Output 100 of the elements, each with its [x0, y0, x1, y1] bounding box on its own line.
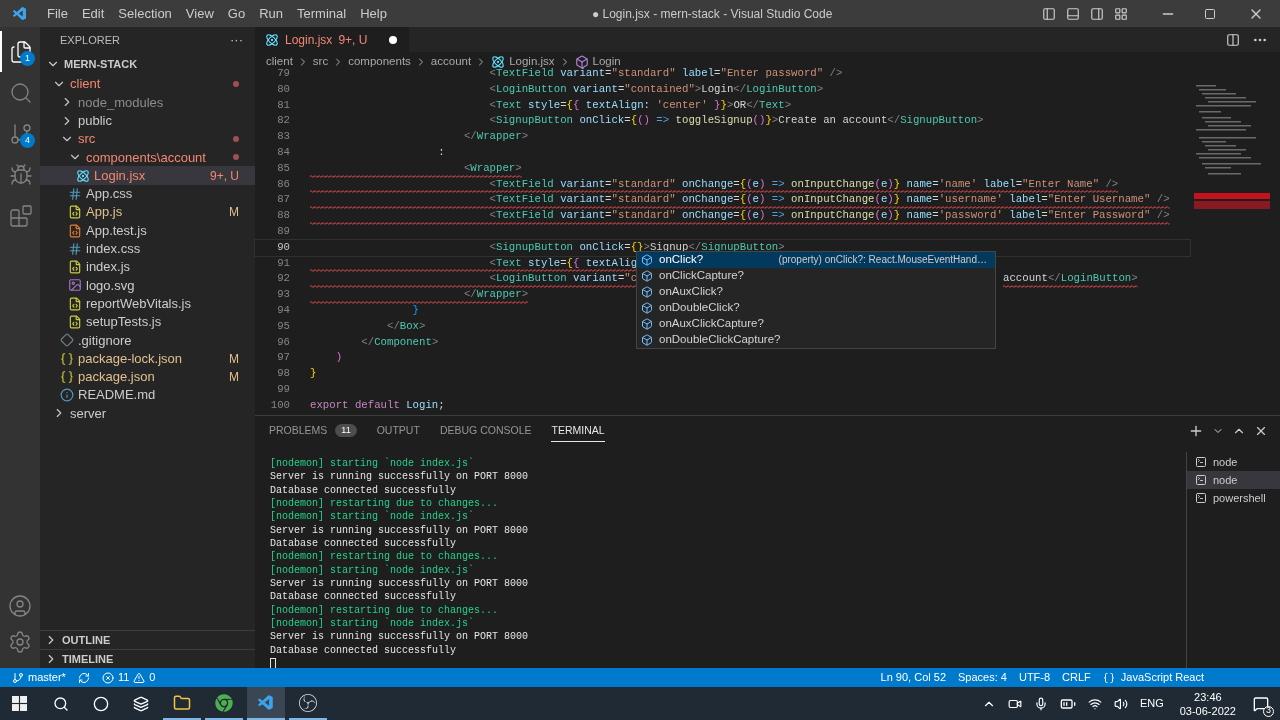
suggestion-item[interactable]: onClickCapture?	[637, 268, 995, 284]
breadcrumb-item[interactable]: account	[430, 52, 472, 71]
start-icon[interactable]	[12, 696, 27, 711]
js-file-icon	[68, 205, 82, 220]
folder-row[interactable]: server	[40, 404, 255, 423]
file-row[interactable]: .gitignore	[40, 331, 255, 350]
search-icon[interactable]	[53, 695, 69, 712]
suggestion-item[interactable]: onAuxClickCapture?	[637, 316, 995, 332]
code-line: )	[334, 351, 343, 364]
input-language[interactable]: ENG	[1139, 695, 1164, 712]
status-item[interactable]: UTF-8	[1018, 669, 1051, 686]
file-row[interactable]: App.test.js	[40, 221, 255, 240]
more-actions[interactable]: ···	[230, 30, 243, 50]
maximize-icon[interactable]	[1204, 7, 1216, 20]
source-control-icon[interactable]	[9, 121, 33, 146]
line-number: 85	[276, 160, 290, 176]
menu-item[interactable]: Terminal	[290, 3, 354, 24]
file-row[interactable]: README.md	[40, 386, 255, 405]
workspace-title[interactable]: MERN-STACK	[64, 55, 138, 73]
folder-row[interactable]: src	[40, 129, 255, 149]
panel-tab[interactable]: OUTPUT	[376, 420, 420, 442]
sync-icon[interactable]	[77, 671, 90, 684]
file-row[interactable]: App.css	[40, 184, 255, 204]
menu-item[interactable]: Edit	[74, 3, 112, 24]
clock-time[interactable]: 23:46	[1194, 689, 1222, 704]
panel-tab[interactable]: DEBUG CONSOLE	[439, 420, 532, 442]
window-title: ● Login.jsx - mern-stack - Visual Studio Code	[591, 5, 833, 23]
problems-indicator[interactable]: 11 0	[101, 669, 156, 686]
debug-icon[interactable]	[9, 162, 33, 187]
panel-tab[interactable]: PROBLEMS 11	[269, 420, 357, 442]
folder-row[interactable]: public	[40, 111, 255, 130]
panel-tab[interactable]: TERMINAL	[551, 420, 605, 442]
file-row[interactable]: Login.jsx 9+, U	[40, 166, 255, 185]
task-view-icon[interactable]	[133, 695, 149, 712]
close-panel-icon[interactable]	[1254, 424, 1268, 438]
terminal-icon	[1195, 492, 1207, 504]
terminal-list-item[interactable]: node	[1187, 471, 1280, 489]
file-row[interactable]: index.css	[40, 239, 255, 258]
notifications-button[interactable]: 3	[1248, 690, 1274, 717]
file-row[interactable]: App.js M	[40, 203, 255, 222]
menu-item[interactable]: Help	[353, 3, 394, 24]
branch-indicator[interactable]: master*	[12, 669, 66, 686]
settings-icon[interactable]	[8, 630, 32, 654]
git-status-label: 9+, U	[210, 167, 239, 185]
assistant-icon[interactable]	[93, 695, 109, 712]
wifi-icon[interactable]	[1087, 696, 1102, 711]
toggle-sidebar-icon[interactable]	[1042, 6, 1056, 21]
line-number: 90	[276, 239, 290, 255]
status-item[interactable]: CRLF	[1062, 669, 1091, 686]
file-name: index.css	[86, 240, 141, 259]
toggle-secondary-sidebar-icon[interactable]	[1090, 6, 1104, 21]
collapsed-section[interactable]: OUTLINE	[40, 630, 255, 649]
account-icon[interactable]	[8, 594, 32, 618]
suggestion-item[interactable]: onDoubleClickCapture?	[637, 332, 995, 348]
split-editor-icon[interactable]	[1226, 32, 1240, 47]
notification-icon	[1253, 695, 1269, 712]
count-badge: 4	[20, 133, 35, 148]
toggle-panel-icon[interactable]	[1066, 6, 1080, 21]
clock-date[interactable]: 03-06-2022	[1179, 703, 1236, 718]
folder-row[interactable]: components\account	[40, 148, 255, 167]
extensions-icon[interactable]	[9, 203, 33, 228]
menu-item[interactable]: Selection	[111, 3, 179, 24]
terminal-line: Database connected successfully	[270, 590, 457, 604]
menu-item[interactable]: File	[40, 3, 75, 24]
editor-app-icon[interactable]	[247, 687, 285, 720]
folder-row[interactable]: node_modules	[40, 93, 255, 112]
terminal-line: Server is running successfully on PORT 8000	[270, 577, 529, 591]
suggestion-item[interactable]: onClick? (property) onClick?: React.MouseEventHand…	[637, 252, 995, 268]
folder-name: components\account	[86, 148, 206, 167]
folder-row[interactable]: client	[40, 75, 255, 94]
file-row[interactable]: logo.svg	[40, 276, 255, 295]
volume-icon[interactable]	[1113, 696, 1128, 711]
file-name: package-lock.json	[78, 349, 183, 368]
file-row[interactable]: index.js	[40, 257, 255, 277]
file-row[interactable]: setupTests.js	[40, 312, 255, 332]
menu-item[interactable]: View	[178, 3, 221, 24]
hash-icon	[68, 241, 82, 256]
suggestion-item[interactable]: onAuxClick?	[637, 284, 995, 300]
new-terminal-icon[interactable]	[1188, 423, 1204, 439]
editor-tab[interactable]: Login.jsx 9+, U	[255, 27, 410, 52]
language-mode[interactable]: JavaScript React	[1102, 669, 1204, 686]
suggestion-item[interactable]: onDoubleClick?	[637, 300, 995, 316]
file-row[interactable]: reportWebVitals.js	[40, 294, 255, 313]
status-item[interactable]: Ln 90, Col 52	[880, 669, 946, 686]
file-row[interactable]: package-lock.json M	[40, 349, 255, 368]
breadcrumb-item[interactable]: src	[312, 52, 329, 71]
status-item[interactable]: Spaces: 4	[958, 669, 1007, 686]
braces-icon	[60, 369, 74, 384]
files-icon[interactable]	[9, 39, 33, 64]
terminal-list-item[interactable]: node	[1187, 453, 1280, 471]
microphone-icon[interactable]	[1033, 696, 1048, 711]
menu-item[interactable]: Go	[220, 3, 253, 24]
file-row[interactable]: package.json M	[40, 367, 255, 387]
terminal-line: [nodemon] starting `node index.js`	[270, 510, 475, 524]
terminal-list-item[interactable]: powershell	[1187, 489, 1280, 507]
menu-item[interactable]: Run	[252, 3, 290, 24]
terminal-line: [nodemon] restarting due to changes...	[270, 497, 499, 511]
property-icon	[641, 334, 653, 346]
layout-icon[interactable]	[1114, 6, 1128, 21]
breadcrumb-item[interactable]: components	[348, 52, 411, 71]
